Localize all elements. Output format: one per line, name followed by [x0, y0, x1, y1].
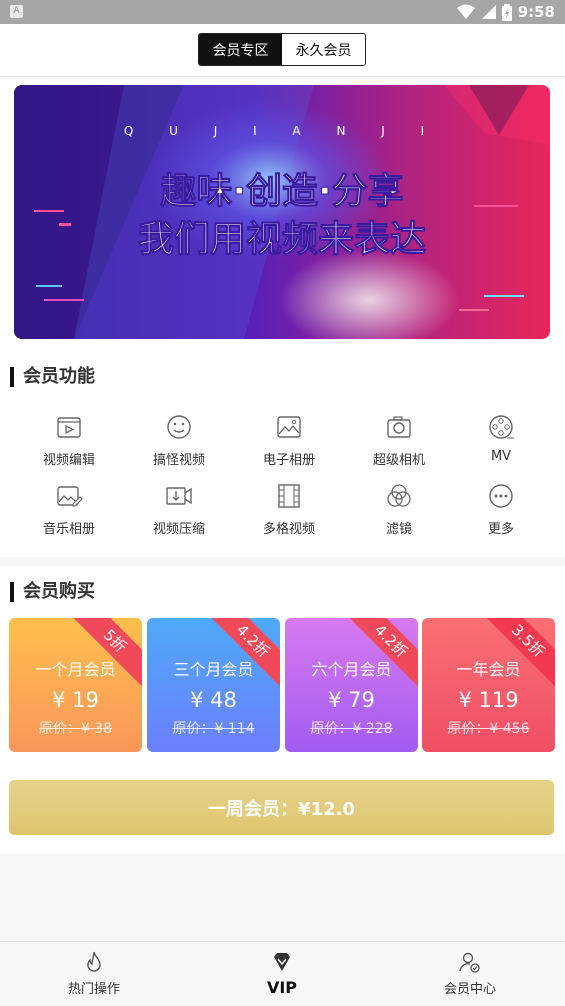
feature-filter[interactable]: 滤镜 [349, 482, 449, 537]
feature-label: 更多 [487, 522, 514, 537]
battery-icon [501, 3, 512, 21]
image-icon [277, 416, 301, 438]
banner-and-features: Q U J I A N J I 趣味·创造·分享 我们用视频来表达 会员功能 视… [0, 77, 565, 557]
compress-icon [166, 487, 192, 505]
banner-line1: 趣味·创造·分享 [160, 171, 403, 212]
bottom-tab-bar: 热门操作 VIP 会员中心 [0, 941, 565, 1006]
flame-icon [87, 951, 101, 972]
feature-label: 多格视频 [262, 522, 315, 537]
clock: 9:58 [517, 3, 555, 21]
user-check-icon [459, 952, 480, 973]
banner-letters: Q U J I A N J I [124, 124, 440, 138]
top-header: 会员专区 永久会员 [0, 24, 565, 77]
smiley-icon [167, 415, 191, 439]
plan-card-3-months[interactable]: 4.2折 三个月会员 ¥ 48 原价：¥ 114 [147, 618, 280, 752]
filter-icon [387, 484, 411, 507]
feature-label: 视频编辑 [42, 453, 95, 468]
feature-more[interactable]: 更多 [451, 482, 551, 537]
plan-name: 六个月会员 [311, 660, 392, 679]
feature-label: 电子相册 [262, 453, 315, 468]
feature-mv[interactable]: MV [451, 413, 551, 464]
week-member-button[interactable]: 一周会员：¥12.0 [9, 780, 554, 835]
purchase-section: 会员购买 5折 一个月会员 ¥ 19 原价：¥ 38 4.2折 三个月会员 ¥ … [0, 566, 565, 854]
tab-label: 会员中心 [443, 982, 496, 997]
plan-price: ¥ 119 [458, 688, 519, 712]
plan-original-price: 原价：¥ 228 [310, 721, 393, 737]
tab-permanent-member[interactable]: 永久会员 [282, 34, 365, 65]
banner-line2: 我们用视频来表达 [138, 219, 426, 260]
tab-label: 热门操作 [67, 982, 120, 997]
plan-card-6-months[interactable]: 4.2折 六个月会员 ¥ 79 原价：¥ 228 [285, 618, 418, 752]
camera-icon [387, 416, 411, 438]
feature-label: 视频压缩 [152, 522, 205, 537]
wifi-icon [456, 4, 475, 19]
plan-price: ¥ 19 [52, 688, 99, 712]
tab-member-center[interactable]: 会员中心 [376, 942, 564, 1006]
status-bar: A 9:58 [0, 0, 565, 24]
tab-member-zone[interactable]: 会员专区 [199, 34, 282, 65]
video-edit-icon [57, 417, 81, 438]
feature-label: 滤镜 [385, 522, 412, 537]
feature-label: 音乐相册 [42, 522, 95, 537]
plan-price: ¥ 79 [328, 688, 375, 712]
plan-name: 一个月会员 [35, 660, 116, 679]
plan-original-price: 原价：¥ 38 [38, 721, 113, 737]
tab-vip[interactable]: VIP [188, 942, 376, 1006]
plan-price: ¥ 48 [190, 688, 237, 712]
feature-video-compress[interactable]: 视频压缩 [129, 482, 229, 537]
plan-card-1-year[interactable]: 3.5折 一年会员 ¥ 119 原价：¥ 456 [422, 618, 555, 752]
plan-original-price: 原价：¥ 456 [447, 721, 530, 737]
plan-name: 三个月会员 [173, 660, 254, 679]
feature-label: 搞怪视频 [152, 453, 205, 468]
more-icon [489, 484, 513, 508]
diamond-icon [274, 953, 290, 971]
plan-name: 一年会员 [456, 660, 521, 679]
purchase-title: 会员购买 [10, 582, 95, 602]
plan-original-price: 原价：¥ 114 [172, 721, 255, 737]
feature-album[interactable]: 电子相册 [239, 413, 339, 468]
signal-icon [481, 5, 496, 19]
image-edit-icon [57, 486, 83, 507]
plan-card-1-month[interactable]: 5折 一个月会员 ¥ 19 原价：¥ 38 [9, 618, 142, 752]
app-notification-icon: A [10, 5, 23, 18]
feature-video-edit[interactable]: 视频编辑 [19, 413, 119, 468]
feature-music-album[interactable]: 音乐相册 [19, 482, 119, 537]
feature-label: MV [490, 449, 512, 464]
tab-label: VIP [266, 978, 298, 997]
feature-super-camera[interactable]: 超级相机 [349, 413, 449, 468]
film-strip-icon [278, 484, 300, 508]
feature-multi-grid-video[interactable]: 多格视频 [239, 482, 339, 537]
promo-banner[interactable]: Q U J I A N J I 趣味·创造·分享 我们用视频来表达 [14, 85, 550, 339]
tab-hot-operations[interactable]: 热门操作 [0, 942, 188, 1006]
feature-funny-video[interactable]: 搞怪视频 [129, 413, 229, 468]
feature-label: 超级相机 [372, 453, 425, 468]
features-title: 会员功能 [10, 367, 95, 387]
film-reel-icon [489, 415, 514, 439]
segmented-control: 会员专区 永久会员 [198, 33, 366, 66]
